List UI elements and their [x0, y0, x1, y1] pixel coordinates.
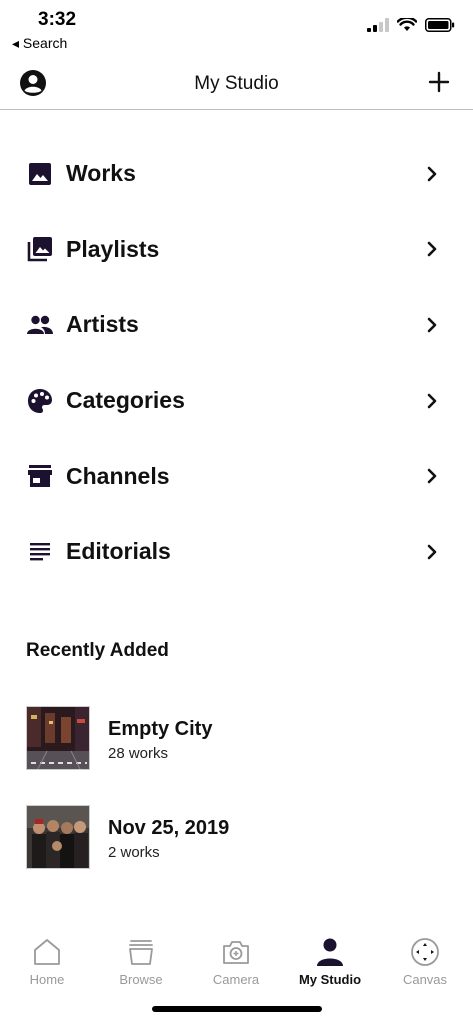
section-title-recently-added: Recently Added: [26, 640, 169, 661]
tab-browse[interactable]: Browse: [94, 928, 188, 998]
tab-canvas[interactable]: Canvas: [378, 928, 472, 998]
tab-home[interactable]: Home: [0, 928, 94, 998]
playlist-icon: [26, 235, 54, 263]
tab-label: Canvas: [402, 972, 448, 987]
menu-label: Works: [66, 160, 136, 187]
menu-item-artists[interactable]: Artists: [0, 287, 473, 363]
menu-item-channels[interactable]: Channels: [0, 438, 473, 514]
chevron-right-icon: [427, 393, 437, 408]
menu-label: Playlists: [66, 235, 160, 262]
status-bar: 3:32 ◂ Search: [0, 0, 473, 56]
back-to-search-link[interactable]: ◂ Search: [12, 35, 67, 52]
chevron-right-icon: [427, 166, 437, 182]
menu-label: Channels: [66, 462, 170, 489]
palette-icon: [26, 387, 54, 415]
home-icon: [34, 939, 60, 965]
chevron-right-icon: [427, 242, 437, 257]
menu-item-playlists[interactable]: Playlists: [0, 212, 473, 288]
menu-item-categories[interactable]: Categories: [0, 363, 473, 439]
tab-label: Home: [29, 972, 65, 987]
home-indicator: [152, 1006, 322, 1012]
studio-menu: Works Playlists Artists Categories Chann…: [0, 136, 473, 590]
menu-label: Categories: [66, 387, 185, 414]
menu-item-works[interactable]: Works: [0, 136, 473, 212]
recently-added-list: Empty City 28 works Nov 25, 2019 2 works: [0, 706, 473, 904]
canvas-icon: [411, 938, 439, 966]
page-title: My Studio: [194, 73, 279, 94]
browse-icon: [129, 940, 153, 965]
status-time: 3:32: [38, 9, 77, 30]
signal-icon: [367, 18, 389, 32]
battery-icon: [425, 18, 455, 32]
tab-label: My Studio: [298, 972, 362, 987]
item-count: 2 works: [108, 844, 160, 861]
menu-item-editorials[interactable]: Editorials: [0, 514, 473, 590]
wifi-icon: [397, 18, 417, 31]
thumbnail-image: [26, 805, 90, 869]
chevron-right-icon: [427, 544, 437, 560]
tab-label: Browse: [119, 972, 163, 987]
nav-bar: My Studio: [0, 56, 473, 110]
item-title: Nov 25, 2019: [108, 817, 230, 839]
add-icon[interactable]: [427, 70, 451, 94]
tab-label: Camera: [212, 972, 260, 987]
chevron-right-icon: [427, 317, 437, 333]
text-lines-icon: [26, 538, 54, 566]
tab-camera[interactable]: Camera: [189, 928, 283, 998]
people-icon: [26, 311, 54, 339]
chevron-right-icon: [427, 468, 437, 484]
thumbnail-image: [26, 706, 90, 770]
list-item[interactable]: Nov 25, 2019 2 works: [0, 805, 473, 904]
person-icon: [317, 938, 343, 966]
store-icon: [26, 462, 54, 490]
menu-label: Artists: [66, 311, 139, 338]
list-item[interactable]: Empty City 28 works: [0, 706, 473, 805]
item-title: Empty City: [108, 718, 213, 740]
camera-icon: [223, 941, 249, 964]
menu-label: Editorials: [66, 538, 171, 565]
tab-my-studio[interactable]: My Studio: [283, 928, 377, 998]
image-icon: [26, 160, 54, 188]
status-icons: [367, 18, 455, 32]
item-count: 28 works: [108, 745, 169, 762]
